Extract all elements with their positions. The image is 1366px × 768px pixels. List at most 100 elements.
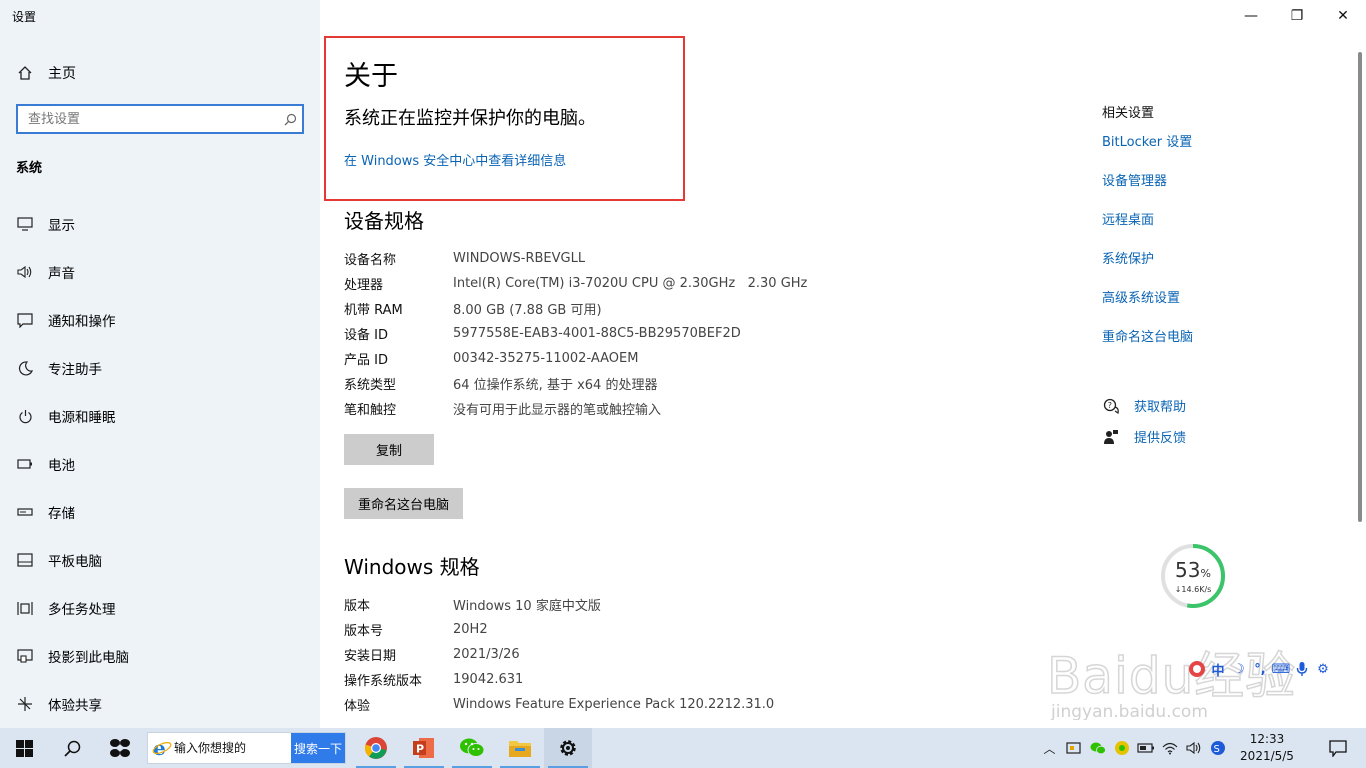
task-view-button[interactable] xyxy=(96,728,144,768)
sidebar-item-tablet[interactable]: 平板电脑 xyxy=(0,536,320,584)
sidebar-item-battery[interactable]: 电池 xyxy=(0,440,320,488)
copy-button[interactable]: 复制 xyxy=(344,434,434,465)
app-title: 设置 xyxy=(12,10,37,24)
notification-icon xyxy=(16,311,34,329)
chevron-up-icon[interactable]: ︿ xyxy=(1040,739,1059,758)
close-button[interactable]: ✕ xyxy=(1320,0,1366,32)
sidebar-item-project[interactable]: 投影到此电脑 xyxy=(0,632,320,680)
tray-wifi-icon[interactable] xyxy=(1160,739,1179,758)
feedback-link[interactable]: 提供反馈 xyxy=(1102,421,1186,452)
sidebar-item-focus-assist[interactable]: 专注助手 xyxy=(0,344,320,392)
project-icon xyxy=(16,647,34,665)
spec-value: 没有可用于此显示器的笔或触控输入 xyxy=(453,403,662,418)
tray-device-icon[interactable] xyxy=(1064,739,1083,758)
ime-chinese-toggle[interactable]: 中 xyxy=(1209,660,1227,679)
tray-sync-icon[interactable] xyxy=(1112,739,1131,758)
sogou-logo-icon[interactable] xyxy=(1188,660,1206,678)
sidebar-item-label: 显示 xyxy=(48,218,75,234)
taskbar-file-explorer[interactable] xyxy=(496,728,544,768)
moon-icon xyxy=(16,359,34,377)
sidebar-item-label: 通知和操作 xyxy=(48,314,116,330)
spec-value: 00342-35275-11002-AAOEM xyxy=(453,351,639,366)
spec-row: 设备名称 WINDOWS-RBEVGLL xyxy=(344,246,807,271)
sidebar-item-sound[interactable]: 声音 xyxy=(0,248,320,296)
taskbar-search-submit[interactable]: 搜索一下 xyxy=(291,733,345,763)
spec-row: 版本 Windows 10 家庭中文版 xyxy=(344,592,774,617)
taskbar-search-button[interactable] xyxy=(48,728,96,768)
tablet-icon xyxy=(16,551,34,569)
related-link-rename-pc[interactable]: 重命名这台电脑 xyxy=(1102,326,1193,365)
search-icon[interactable] xyxy=(278,113,302,126)
minimize-button[interactable]: — xyxy=(1228,0,1274,32)
help-section: ? 获取帮助 提供反馈 xyxy=(1102,390,1186,452)
ie-browser-icon: e xyxy=(150,738,174,758)
taskbar-search-input[interactable] xyxy=(174,741,292,755)
action-center-button[interactable] xyxy=(1318,728,1358,768)
get-help-link[interactable]: ? 获取帮助 xyxy=(1102,390,1186,421)
related-link-advanced-settings[interactable]: 高级系统设置 xyxy=(1102,287,1193,326)
scrollbar-thumb[interactable] xyxy=(1358,52,1362,522)
taskbar-pinned-apps: P xyxy=(352,728,592,768)
spec-row: 体验 Windows Feature Experience Pack 120.22… xyxy=(344,692,774,717)
ime-keyboard-icon[interactable]: ⌨ xyxy=(1272,660,1291,678)
related-link-remote-desktop[interactable]: 远程桌面 xyxy=(1102,209,1193,248)
share-icon xyxy=(16,695,34,713)
taskbar-chrome[interactable] xyxy=(352,728,400,768)
sidebar-item-label: 体验共享 xyxy=(48,698,102,714)
svg-text:S: S xyxy=(1213,744,1219,755)
sidebar-item-storage[interactable]: 存储 xyxy=(0,488,320,536)
search-box[interactable] xyxy=(16,104,304,134)
powerpoint-icon: P xyxy=(413,738,434,758)
related-link-system-protection[interactable]: 系统保护 xyxy=(1102,248,1193,287)
tray-volume-icon[interactable] xyxy=(1184,739,1203,758)
tray-wechat-icon[interactable] xyxy=(1088,739,1107,758)
speed-rate: ↓14.6K/s xyxy=(1174,585,1212,594)
ime-halfwidth-moon-icon[interactable]: ☽ xyxy=(1230,660,1248,678)
clock-date: 2021/5/5 xyxy=(1240,749,1294,763)
security-center-link[interactable]: 在 Windows 安全中心中查看详细信息 xyxy=(344,150,566,169)
spec-value: 2021/3/26 xyxy=(453,647,520,662)
maximize-button[interactable]: ❐ xyxy=(1274,0,1320,32)
tray-ime-icon[interactable]: S xyxy=(1208,739,1227,758)
start-button[interactable] xyxy=(0,728,48,768)
sidebar-item-label: 专注助手 xyxy=(48,362,102,378)
scrollbar[interactable] xyxy=(1358,32,1364,696)
windows-specs-heading: Windows 规格 xyxy=(344,555,480,579)
sidebar-item-label: 平板电脑 xyxy=(48,554,102,570)
sidebar-item-display[interactable]: 显示 xyxy=(0,200,320,248)
sidebar-item-home[interactable]: 主页 xyxy=(16,62,76,84)
sidebar-item-power[interactable]: 电源和睡眠 xyxy=(0,392,320,440)
taskbar-powerpoint[interactable]: P xyxy=(400,728,448,768)
spec-value: Windows 10 家庭中文版 xyxy=(453,599,601,614)
spec-key: 版本号 xyxy=(344,624,384,639)
taskbar-search-box[interactable]: e 搜索一下 xyxy=(147,732,346,764)
sidebar-item-multitasking[interactable]: 多任务处理 xyxy=(0,584,320,632)
notification-icon xyxy=(1329,739,1347,757)
tray-battery-icon[interactable] xyxy=(1136,739,1155,758)
power-icon xyxy=(16,407,34,425)
spec-row: 安装日期 2021/3/26 xyxy=(344,642,774,667)
related-link-device-manager[interactable]: 设备管理器 xyxy=(1102,170,1193,209)
ime-gear-icon[interactable]: ⚙ xyxy=(1314,660,1332,678)
network-speed-widget[interactable]: 53% ↓14.6K/s xyxy=(1160,543,1226,609)
sidebar-item-notifications[interactable]: 通知和操作 xyxy=(0,296,320,344)
rename-pc-button[interactable]: 重命名这台电脑 xyxy=(344,488,464,519)
taskbar-wechat[interactable] xyxy=(448,728,496,768)
sidebar-item-shared-experiences[interactable]: 体验共享 xyxy=(0,680,320,728)
search-input[interactable] xyxy=(18,106,278,132)
taskbar-clock[interactable]: 12:33 2021/5/5 xyxy=(1238,731,1296,765)
sidebar-item-label: 存储 xyxy=(48,506,75,522)
related-settings-title: 相关设置 xyxy=(1102,106,1155,121)
ime-punctuation-toggle[interactable]: °, xyxy=(1251,660,1269,678)
spec-row: 设备 ID 5977558E-EAB3-4001-88C5-BB29570BEF2… xyxy=(344,321,807,346)
spec-value: 8.00 GB (7.88 GB 可用) xyxy=(453,303,602,318)
spec-row: 处理器 Intel(R) Core(TM) i3-7020U CPU @ 2.30… xyxy=(344,271,807,296)
ime-mic-icon[interactable] xyxy=(1293,660,1311,678)
get-help-label: 获取帮助 xyxy=(1134,400,1187,415)
chrome-icon xyxy=(364,737,387,759)
spec-key: 笔和触控 xyxy=(344,403,397,418)
windows-logo-icon xyxy=(15,739,33,757)
related-link-bitlocker[interactable]: BitLocker 设置 xyxy=(1102,131,1193,170)
sidebar: 设置 主页 系统 显示 声音 通知和操作 专注助手 xyxy=(0,0,320,728)
taskbar-settings[interactable] xyxy=(544,728,592,768)
